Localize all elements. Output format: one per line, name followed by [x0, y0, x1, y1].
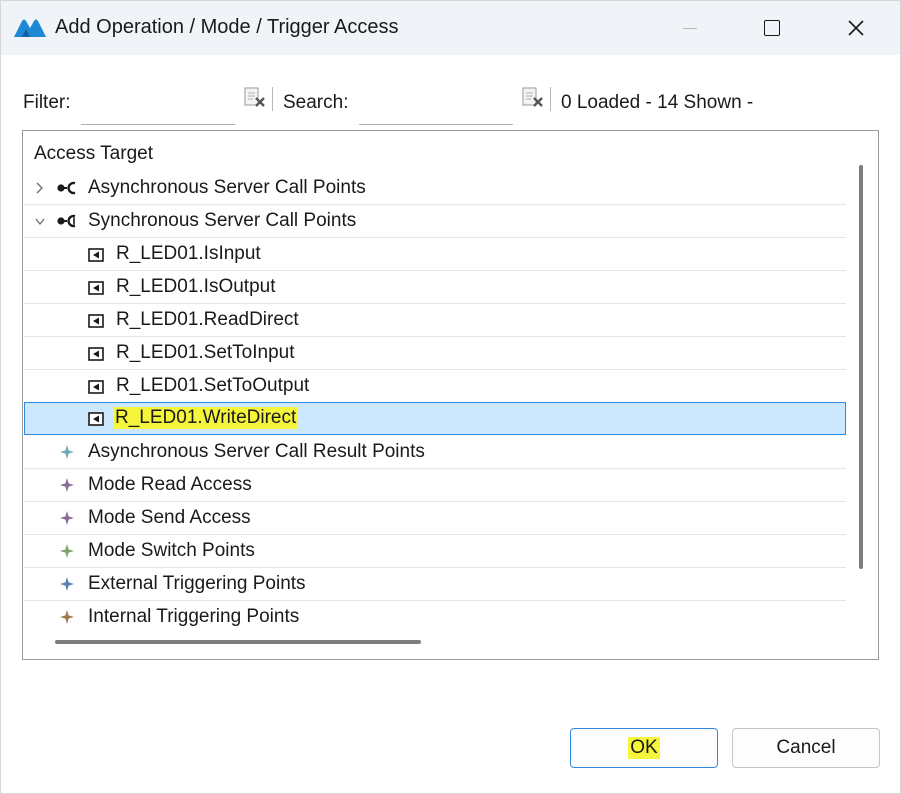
- tree-row-label: Mode Switch Points: [88, 540, 255, 561]
- ok-button[interactable]: OK: [570, 728, 718, 768]
- star-icon: [60, 610, 74, 624]
- tree-row-label: R_LED01.ReadDirect: [116, 309, 299, 330]
- filter-label: Filter:: [23, 92, 71, 113]
- tree-row-label: Internal Triggering Points: [88, 606, 300, 627]
- tree-row-label: Asynchronous Server Call Result Points: [88, 441, 425, 462]
- tree-row-label: R_LED01.SetToOutput: [116, 375, 310, 396]
- minimize-icon: [683, 27, 697, 29]
- tree-row-async-call-points[interactable]: Asynchronous Server Call Points: [24, 172, 846, 205]
- tree-row-mode-send-access[interactable]: Mode Send Access: [24, 502, 846, 535]
- maximize-button[interactable]: [741, 1, 803, 55]
- tree-row-mode-read-access[interactable]: Mode Read Access: [24, 469, 846, 502]
- clear-filter-icon[interactable]: [243, 87, 267, 109]
- ok-button-label: OK: [628, 737, 660, 759]
- tree-column-header: Access Target: [34, 143, 153, 164]
- app-logo-icon: [14, 19, 46, 37]
- tree-row-label: R_LED01.IsOutput: [116, 276, 276, 297]
- search-label: Search:: [283, 92, 349, 113]
- loaded-status-text: 0 Loaded - 14 Shown -: [561, 92, 754, 113]
- tree-row-port[interactable]: R_LED01.SetToOutput: [24, 370, 846, 403]
- close-button[interactable]: [825, 1, 887, 55]
- port-left-icon: [88, 281, 104, 295]
- port-left-icon: [88, 412, 104, 426]
- maximize-icon: [764, 20, 780, 36]
- horizontal-scrollbar[interactable]: [55, 640, 421, 644]
- tree-row-mode-switch-points[interactable]: Mode Switch Points: [24, 535, 846, 568]
- tree-row-port[interactable]: R_LED01.SetToInput: [24, 337, 846, 370]
- async-call-point-icon: [57, 181, 76, 195]
- tree-row-async-result-points[interactable]: Asynchronous Server Call Result Points: [24, 436, 846, 469]
- toolbar-separator: [550, 87, 551, 111]
- filter-input[interactable]: [81, 87, 235, 125]
- tree-row-label: R_LED01.WriteDirect: [114, 407, 298, 429]
- tree-row-label: Mode Read Access: [88, 474, 252, 495]
- port-left-icon: [88, 248, 104, 262]
- tree-row-internal-triggering-points[interactable]: Internal Triggering Points: [24, 601, 846, 631]
- tree-row-port-selected[interactable]: R_LED01.WriteDirect: [24, 402, 846, 435]
- star-icon: [60, 511, 74, 525]
- window-title: Add Operation / Mode / Trigger Access: [55, 16, 399, 38]
- tree-row-label: Mode Send Access: [88, 507, 251, 528]
- tree-row-external-triggering-points[interactable]: External Triggering Points: [24, 568, 846, 601]
- port-left-icon: [88, 314, 104, 328]
- tree-row-label: Asynchronous Server Call Points: [88, 177, 366, 198]
- access-target-tree[interactable]: Access Target Asynchronous Server Call P…: [22, 130, 879, 660]
- chevron-down-icon[interactable]: [34, 213, 46, 229]
- star-icon: [60, 577, 74, 591]
- tree-row-label: External Triggering Points: [88, 573, 306, 594]
- tree-row-label: R_LED01.SetToInput: [116, 342, 295, 363]
- cancel-button[interactable]: Cancel: [732, 728, 880, 768]
- sync-call-point-icon: [57, 214, 76, 228]
- chevron-right-icon[interactable]: [34, 180, 46, 196]
- clear-search-icon[interactable]: [521, 87, 545, 109]
- tree-row-label: R_LED01.IsInput: [116, 243, 261, 264]
- star-icon: [60, 478, 74, 492]
- dialog-window: Add Operation / Mode / Trigger Access Fi…: [0, 0, 901, 794]
- tree-row-port[interactable]: R_LED01.IsOutput: [24, 271, 846, 304]
- star-icon: [60, 445, 74, 459]
- port-left-icon: [88, 380, 104, 394]
- star-icon: [60, 544, 74, 558]
- tree-row-label: Synchronous Server Call Points: [88, 210, 357, 231]
- tree-row-sync-call-points[interactable]: Synchronous Server Call Points: [24, 205, 846, 238]
- tree-row-port[interactable]: R_LED01.ReadDirect: [24, 304, 846, 337]
- title-bar[interactable]: Add Operation / Mode / Trigger Access: [1, 1, 900, 55]
- close-icon: [848, 20, 864, 36]
- vertical-scrollbar[interactable]: [859, 165, 863, 569]
- toolbar-separator: [272, 87, 273, 111]
- minimize-button[interactable]: [659, 1, 721, 55]
- search-input[interactable]: [359, 87, 513, 125]
- port-left-icon: [88, 347, 104, 361]
- tree-row-port[interactable]: R_LED01.IsInput: [24, 238, 846, 271]
